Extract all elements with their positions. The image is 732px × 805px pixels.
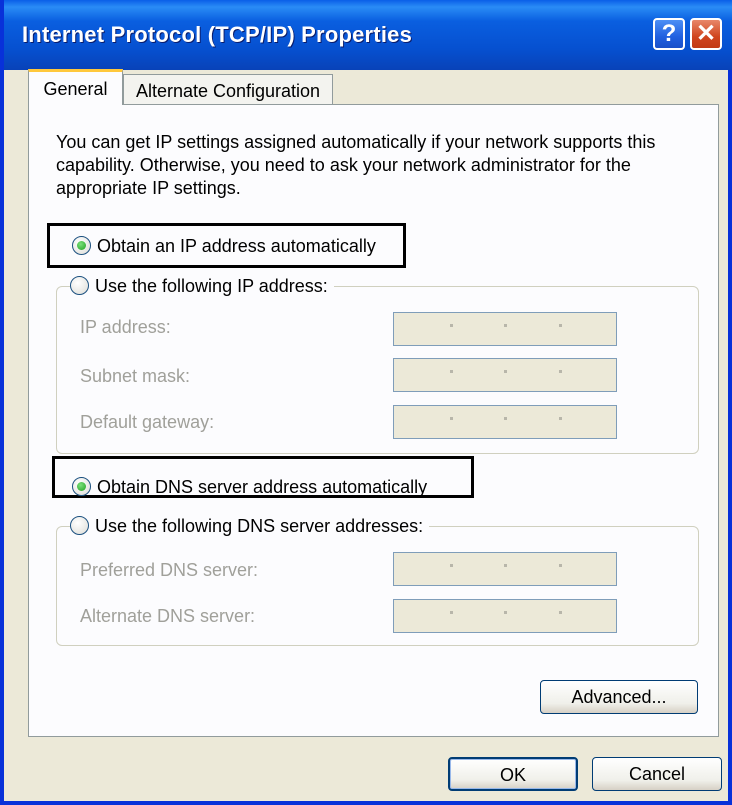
ok-button[interactable]: OK: [448, 757, 578, 791]
default-gateway-field: [393, 405, 617, 439]
help-button[interactable]: ?: [653, 18, 685, 50]
obtain-ip-auto-label: Obtain an IP address automatically: [97, 236, 376, 256]
description-text: You can get IP settings assigned automat…: [56, 132, 656, 198]
tab-general[interactable]: General: [28, 69, 123, 105]
obtain-dns-auto-label: Obtain DNS server address automatically: [97, 477, 428, 497]
obtain-dns-auto-radio[interactable]: Obtain DNS server address automatically: [72, 476, 428, 498]
title-bar[interactable]: Internet Protocol (TCP/IP) Properties ? …: [4, 0, 732, 70]
ip-address-field: [393, 312, 617, 346]
tcpip-properties-dialog: Internet Protocol (TCP/IP) Properties ? …: [0, 0, 732, 805]
alternate-dns-field: [393, 599, 617, 633]
close-icon: ✕: [695, 20, 717, 47]
obtain-ip-auto-radio[interactable]: Obtain an IP address automatically: [72, 235, 376, 257]
alternate-dns-label: Alternate DNS server:: [80, 606, 256, 626]
radio-unselected-icon: [70, 275, 89, 295]
preferred-dns-field: [393, 552, 617, 586]
use-following-dns-label: Use the following DNS server addresses:: [95, 516, 424, 536]
subnet-mask-field: [393, 358, 617, 392]
subnet-mask-label: Subnet mask:: [80, 366, 191, 386]
help-icon: ?: [661, 20, 677, 47]
use-following-ip-radio[interactable]: Use the following IP address:: [70, 275, 334, 297]
default-gateway-label: Default gateway:: [80, 412, 215, 432]
advanced-button[interactable]: Advanced...: [540, 680, 698, 714]
radio-selected-icon: [72, 476, 91, 496]
preferred-dns-label: Preferred DNS server:: [80, 560, 259, 580]
radio-unselected-icon: [70, 515, 89, 535]
use-following-ip-label: Use the following IP address:: [95, 276, 328, 296]
cancel-button[interactable]: Cancel: [592, 757, 722, 791]
close-button[interactable]: ✕: [690, 18, 722, 50]
radio-selected-icon: [72, 235, 91, 255]
window-title: Internet Protocol (TCP/IP) Properties: [22, 22, 413, 47]
ip-address-label: IP address:: [80, 317, 171, 337]
tab-alternate-configuration[interactable]: Alternate Configuration: [123, 74, 333, 106]
use-following-dns-radio[interactable]: Use the following DNS server addresses:: [70, 515, 430, 537]
